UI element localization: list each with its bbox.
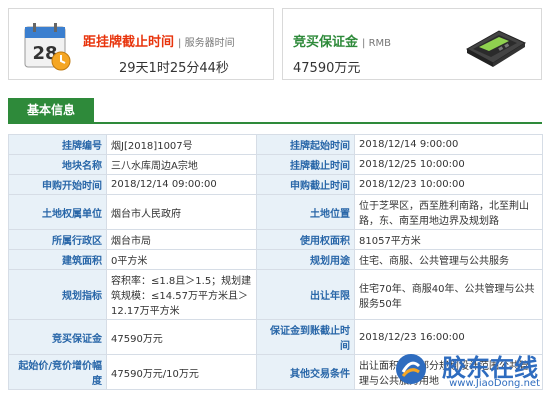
- table-row: 建筑面积 0平方米 规划用途 住宅、商服、公共管理与公共服务: [8, 249, 543, 270]
- field-label: 其他交易条件: [256, 354, 355, 390]
- deadline-title-text: 距挂牌截止时间: [83, 35, 175, 50]
- field-label: 建筑面积: [8, 249, 107, 270]
- watermark-url: www.JiaoDong.net: [449, 378, 540, 389]
- table-row: 挂牌编号 烟J[2018]1007号 挂牌起始时间 2018/12/14 9:00:0…: [8, 134, 543, 155]
- pos-terminal-icon: [465, 30, 527, 67]
- field-label: 土地权属单位: [8, 194, 107, 230]
- field-label: 挂牌编号: [8, 134, 107, 155]
- field-label: 保证金到账截止时间: [256, 319, 355, 355]
- field-label: 挂牌起始时间: [256, 134, 355, 155]
- section-header: 基本信息: [8, 98, 542, 124]
- field-value: 住宅70年、商服40年、公共管理与公共服务50年: [354, 269, 543, 320]
- field-label: 地块名称: [8, 154, 107, 175]
- field-value: 2018/12/14 9:00:00: [354, 134, 543, 155]
- field-value: 住宅、商服、公共管理与公共服务: [354, 249, 543, 270]
- field-label: 使用权面积: [256, 229, 355, 250]
- field-value: 2018/12/14 09:00:00: [106, 174, 257, 195]
- deadline-countdown: 29天1时25分44秒: [119, 61, 229, 76]
- field-label: 土地位置: [256, 194, 355, 230]
- field-value: 47590万元/10万元: [106, 354, 257, 390]
- field-value: 2018/12/23 10:00:00: [354, 174, 543, 195]
- deadline-card: 28 距挂牌截止时间 | 服务器时间 29天1时25分44秒: [8, 8, 274, 80]
- deadline-title: 距挂牌截止时间 | 服务器时间: [83, 31, 235, 50]
- field-value: 0平方米: [106, 249, 257, 270]
- table-row: 申购开始时间 2018/12/14 09:00:00 申购截止时间 2018/12/2…: [8, 174, 543, 195]
- deposit-title: 竞买保证金 | RMB: [293, 31, 391, 50]
- field-label: 竞买保证金: [8, 319, 107, 355]
- field-value: 三八水库周边A宗地: [106, 154, 257, 175]
- field-label: 申购截止时间: [256, 174, 355, 195]
- field-value: 烟台市局: [106, 229, 257, 250]
- field-value: 2018/12/25 10:00:00: [354, 154, 543, 175]
- tab-basic-info[interactable]: 基本信息: [8, 98, 94, 122]
- field-value: 容积率：≤1.8且＞1.5；规划建筑规模：≤14.57万平方米且＞12.17万平…: [106, 269, 257, 320]
- deposit-subtitle: | RMB: [362, 38, 392, 49]
- table-row: 规划指标 容积率：≤1.8且＞1.5；规划建筑规模：≤14.57万平方米且＞12.…: [8, 269, 543, 320]
- deadline-subtitle: | 服务器时间: [178, 38, 235, 49]
- table-row: 所属行政区 烟台市局 使用权面积 81057平方米: [8, 229, 543, 250]
- site-watermark: 胶东在线 www.JiaoDong.net: [394, 348, 544, 394]
- field-label: 出让年限: [256, 269, 355, 320]
- field-label: 挂牌截止时间: [256, 154, 355, 175]
- deposit-card: 竞买保证金 | RMB 47590万元: [282, 8, 542, 80]
- field-label: 所属行政区: [8, 229, 107, 250]
- summary-cards: 28 距挂牌截止时间 | 服务器时间 29天1时25分44秒 竞买保证金 | RMB…: [0, 0, 550, 86]
- site-logo-icon: [396, 354, 426, 384]
- field-value: 位于芝罘区，西至胜利南路，北至荆山路，东、南至用地边界及规划路: [354, 194, 543, 230]
- field-value: 81057平方米: [354, 229, 543, 250]
- table-row: 地块名称 三八水库周边A宗地 挂牌截止时间 2018/12/25 10:00:00: [8, 154, 543, 175]
- field-label: 起始价/竞价增价幅度: [8, 354, 107, 390]
- field-value: 47590万元: [106, 319, 257, 355]
- deposit-title-text: 竞买保证金: [293, 35, 359, 50]
- field-label: 申购开始时间: [8, 174, 107, 195]
- deposit-amount: 47590万元: [293, 61, 361, 76]
- calendar-icon: 28: [24, 23, 71, 71]
- field-label: 规划指标: [8, 269, 107, 320]
- field-label: 规划用途: [256, 249, 355, 270]
- field-value: 烟J[2018]1007号: [106, 134, 257, 155]
- table-row: 土地权属单位 烟台市人民政府 土地位置 位于芝罘区，西至胜利南路，北至荆山路，东、南至…: [8, 194, 543, 230]
- field-value: 烟台市人民政府: [106, 194, 257, 230]
